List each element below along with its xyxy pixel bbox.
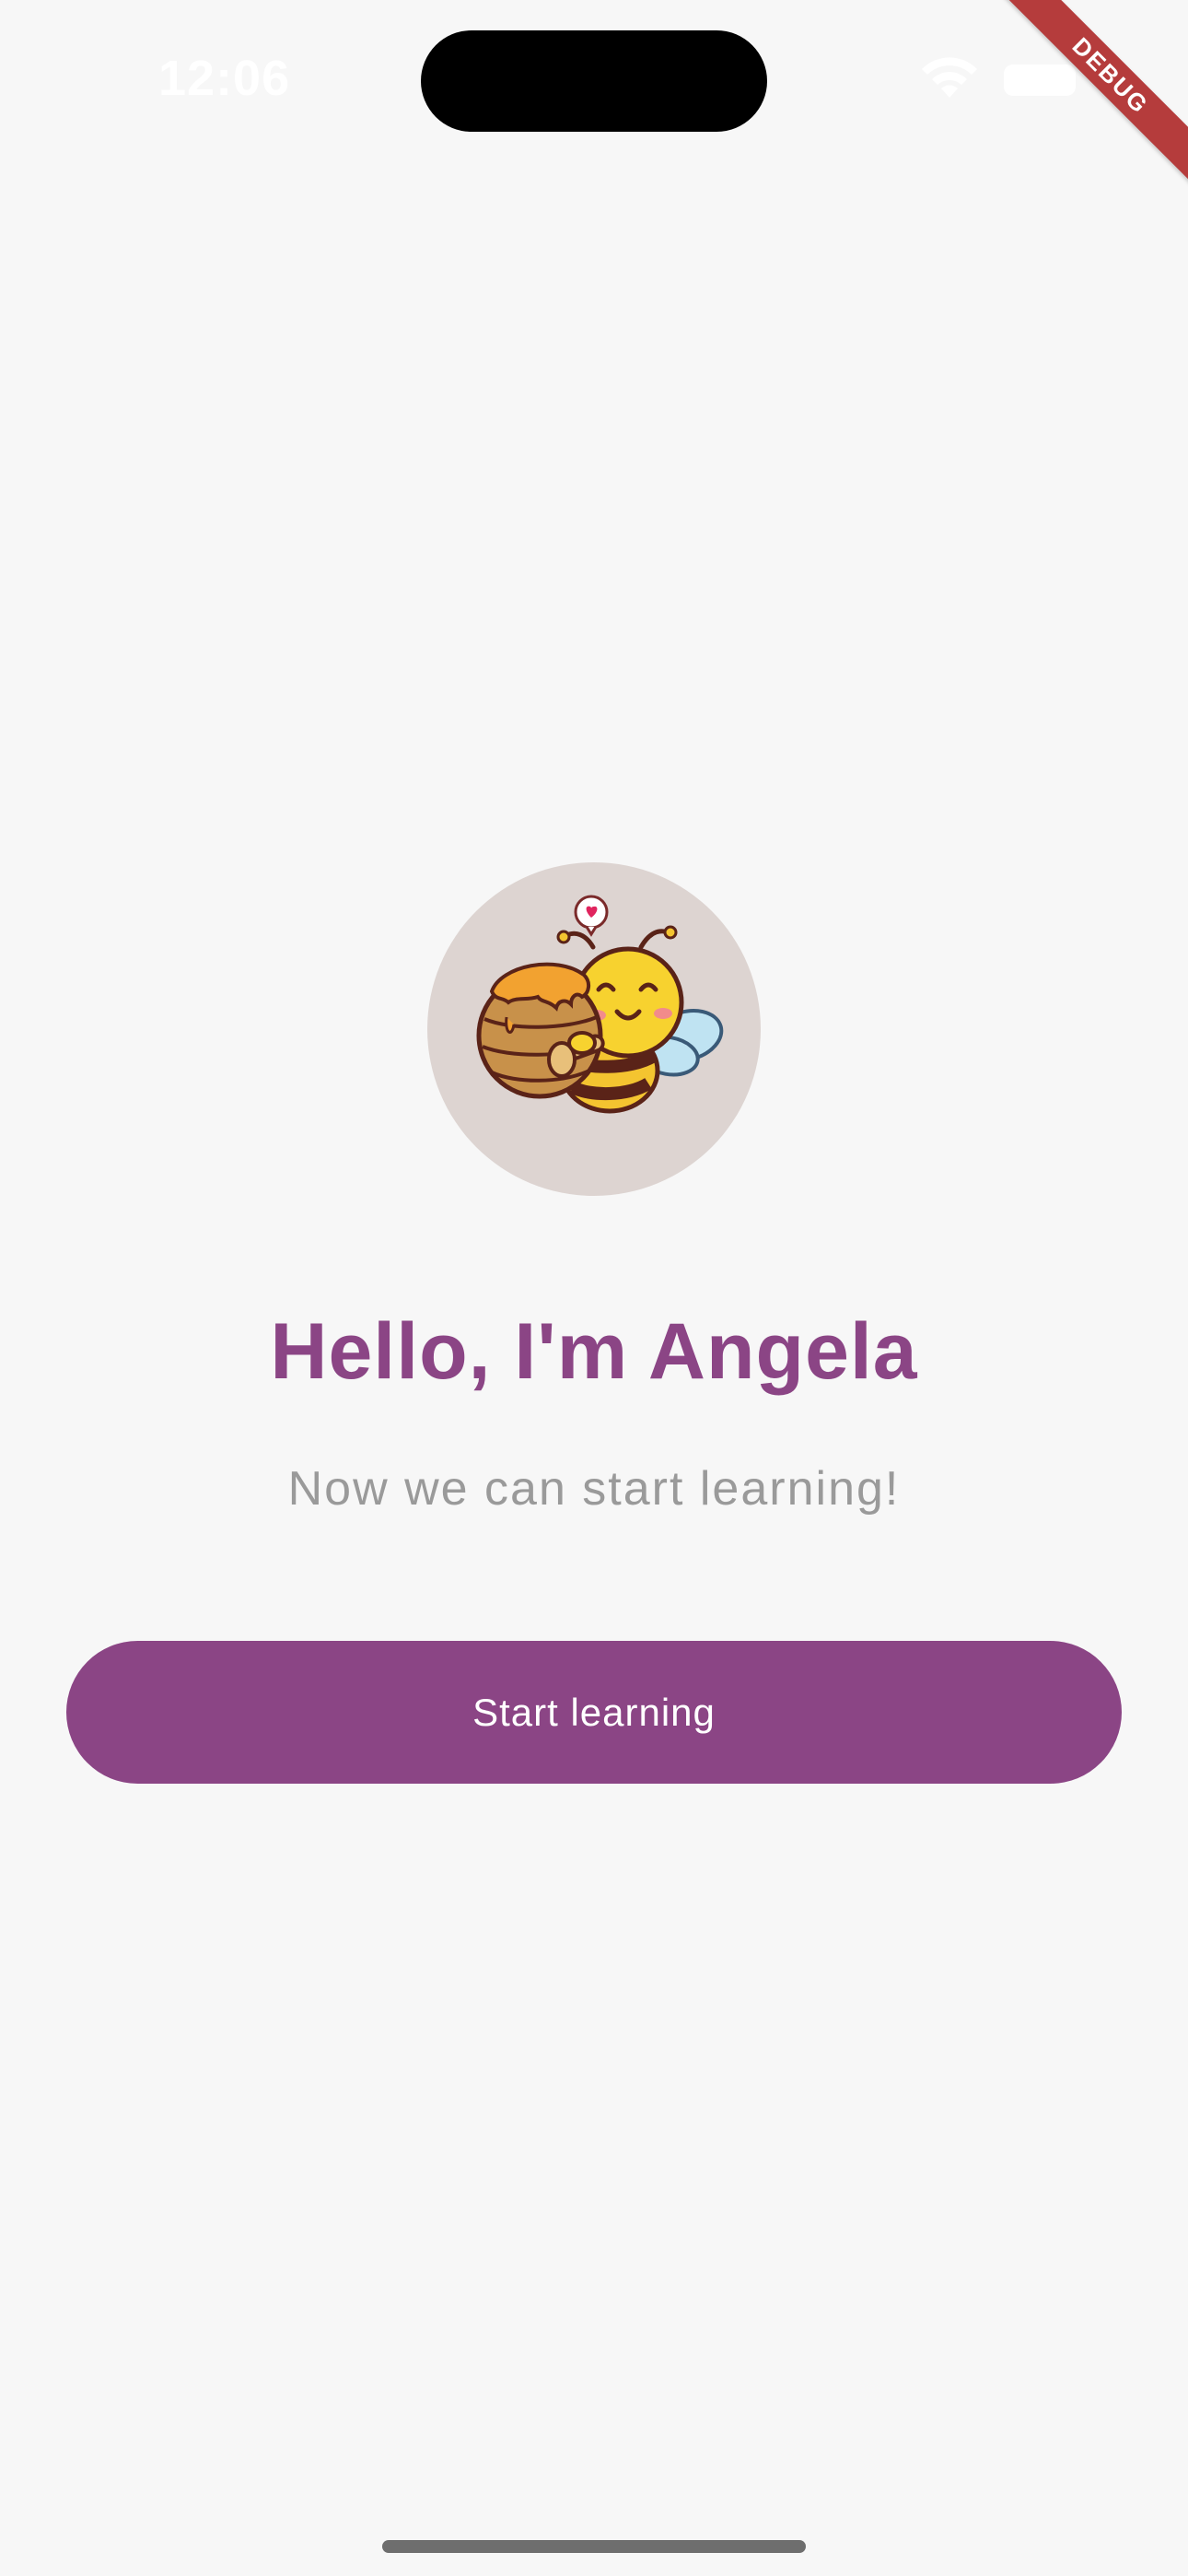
wifi-icon (922, 57, 977, 98)
page-title: Hello, I'm Angela (270, 1307, 918, 1396)
dynamic-island (421, 30, 767, 132)
bee-hugging-honey-pot-icon (476, 895, 724, 1114)
debug-banner: DEBUG (986, 0, 1188, 200)
home-indicator[interactable] (382, 2540, 806, 2553)
page-subtitle: Now we can start learning! (287, 1462, 901, 1516)
status-bar-time: 12:06 (158, 51, 291, 106)
avatar (427, 862, 761, 1196)
welcome-screen: 12:06 DEBUG Hello, I'm Angela Now we can… (0, 0, 1188, 2576)
start-learning-button[interactable]: Start learning (66, 1641, 1122, 1784)
battery-icon (1004, 64, 1076, 96)
